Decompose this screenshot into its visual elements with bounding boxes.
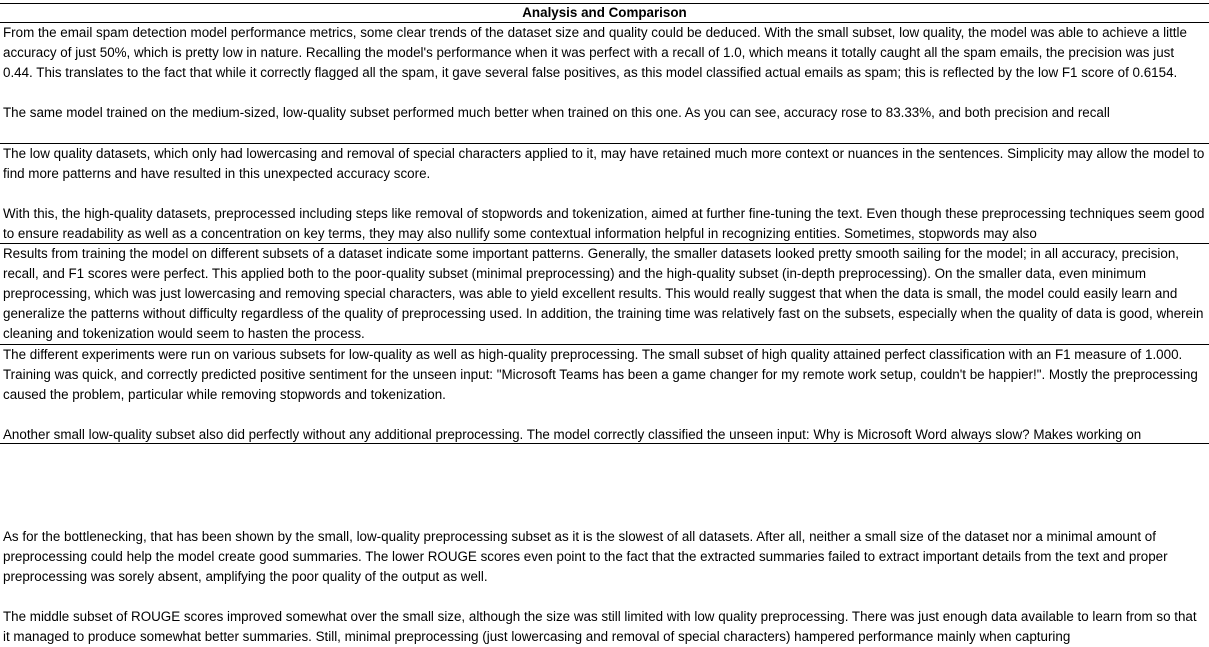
title-cell[interactable]: Analysis and Comparison (0, 3, 1209, 22)
text-cell-5[interactable]: As for the bottlenecking, that has been … (0, 527, 1209, 647)
text-cell-1[interactable]: From the email spam detection model perf… (0, 22, 1209, 143)
empty-cell[interactable] (0, 443, 1209, 527)
text-cell-4[interactable]: The different experiments were run on va… (0, 344, 1209, 443)
text-cell-3[interactable]: Results from training the model on diffe… (0, 243, 1209, 344)
spreadsheet-sheet: Analysis and Comparison From the email s… (0, 0, 1209, 647)
text-cell-2[interactable]: The low quality datasets, which only had… (0, 143, 1209, 243)
